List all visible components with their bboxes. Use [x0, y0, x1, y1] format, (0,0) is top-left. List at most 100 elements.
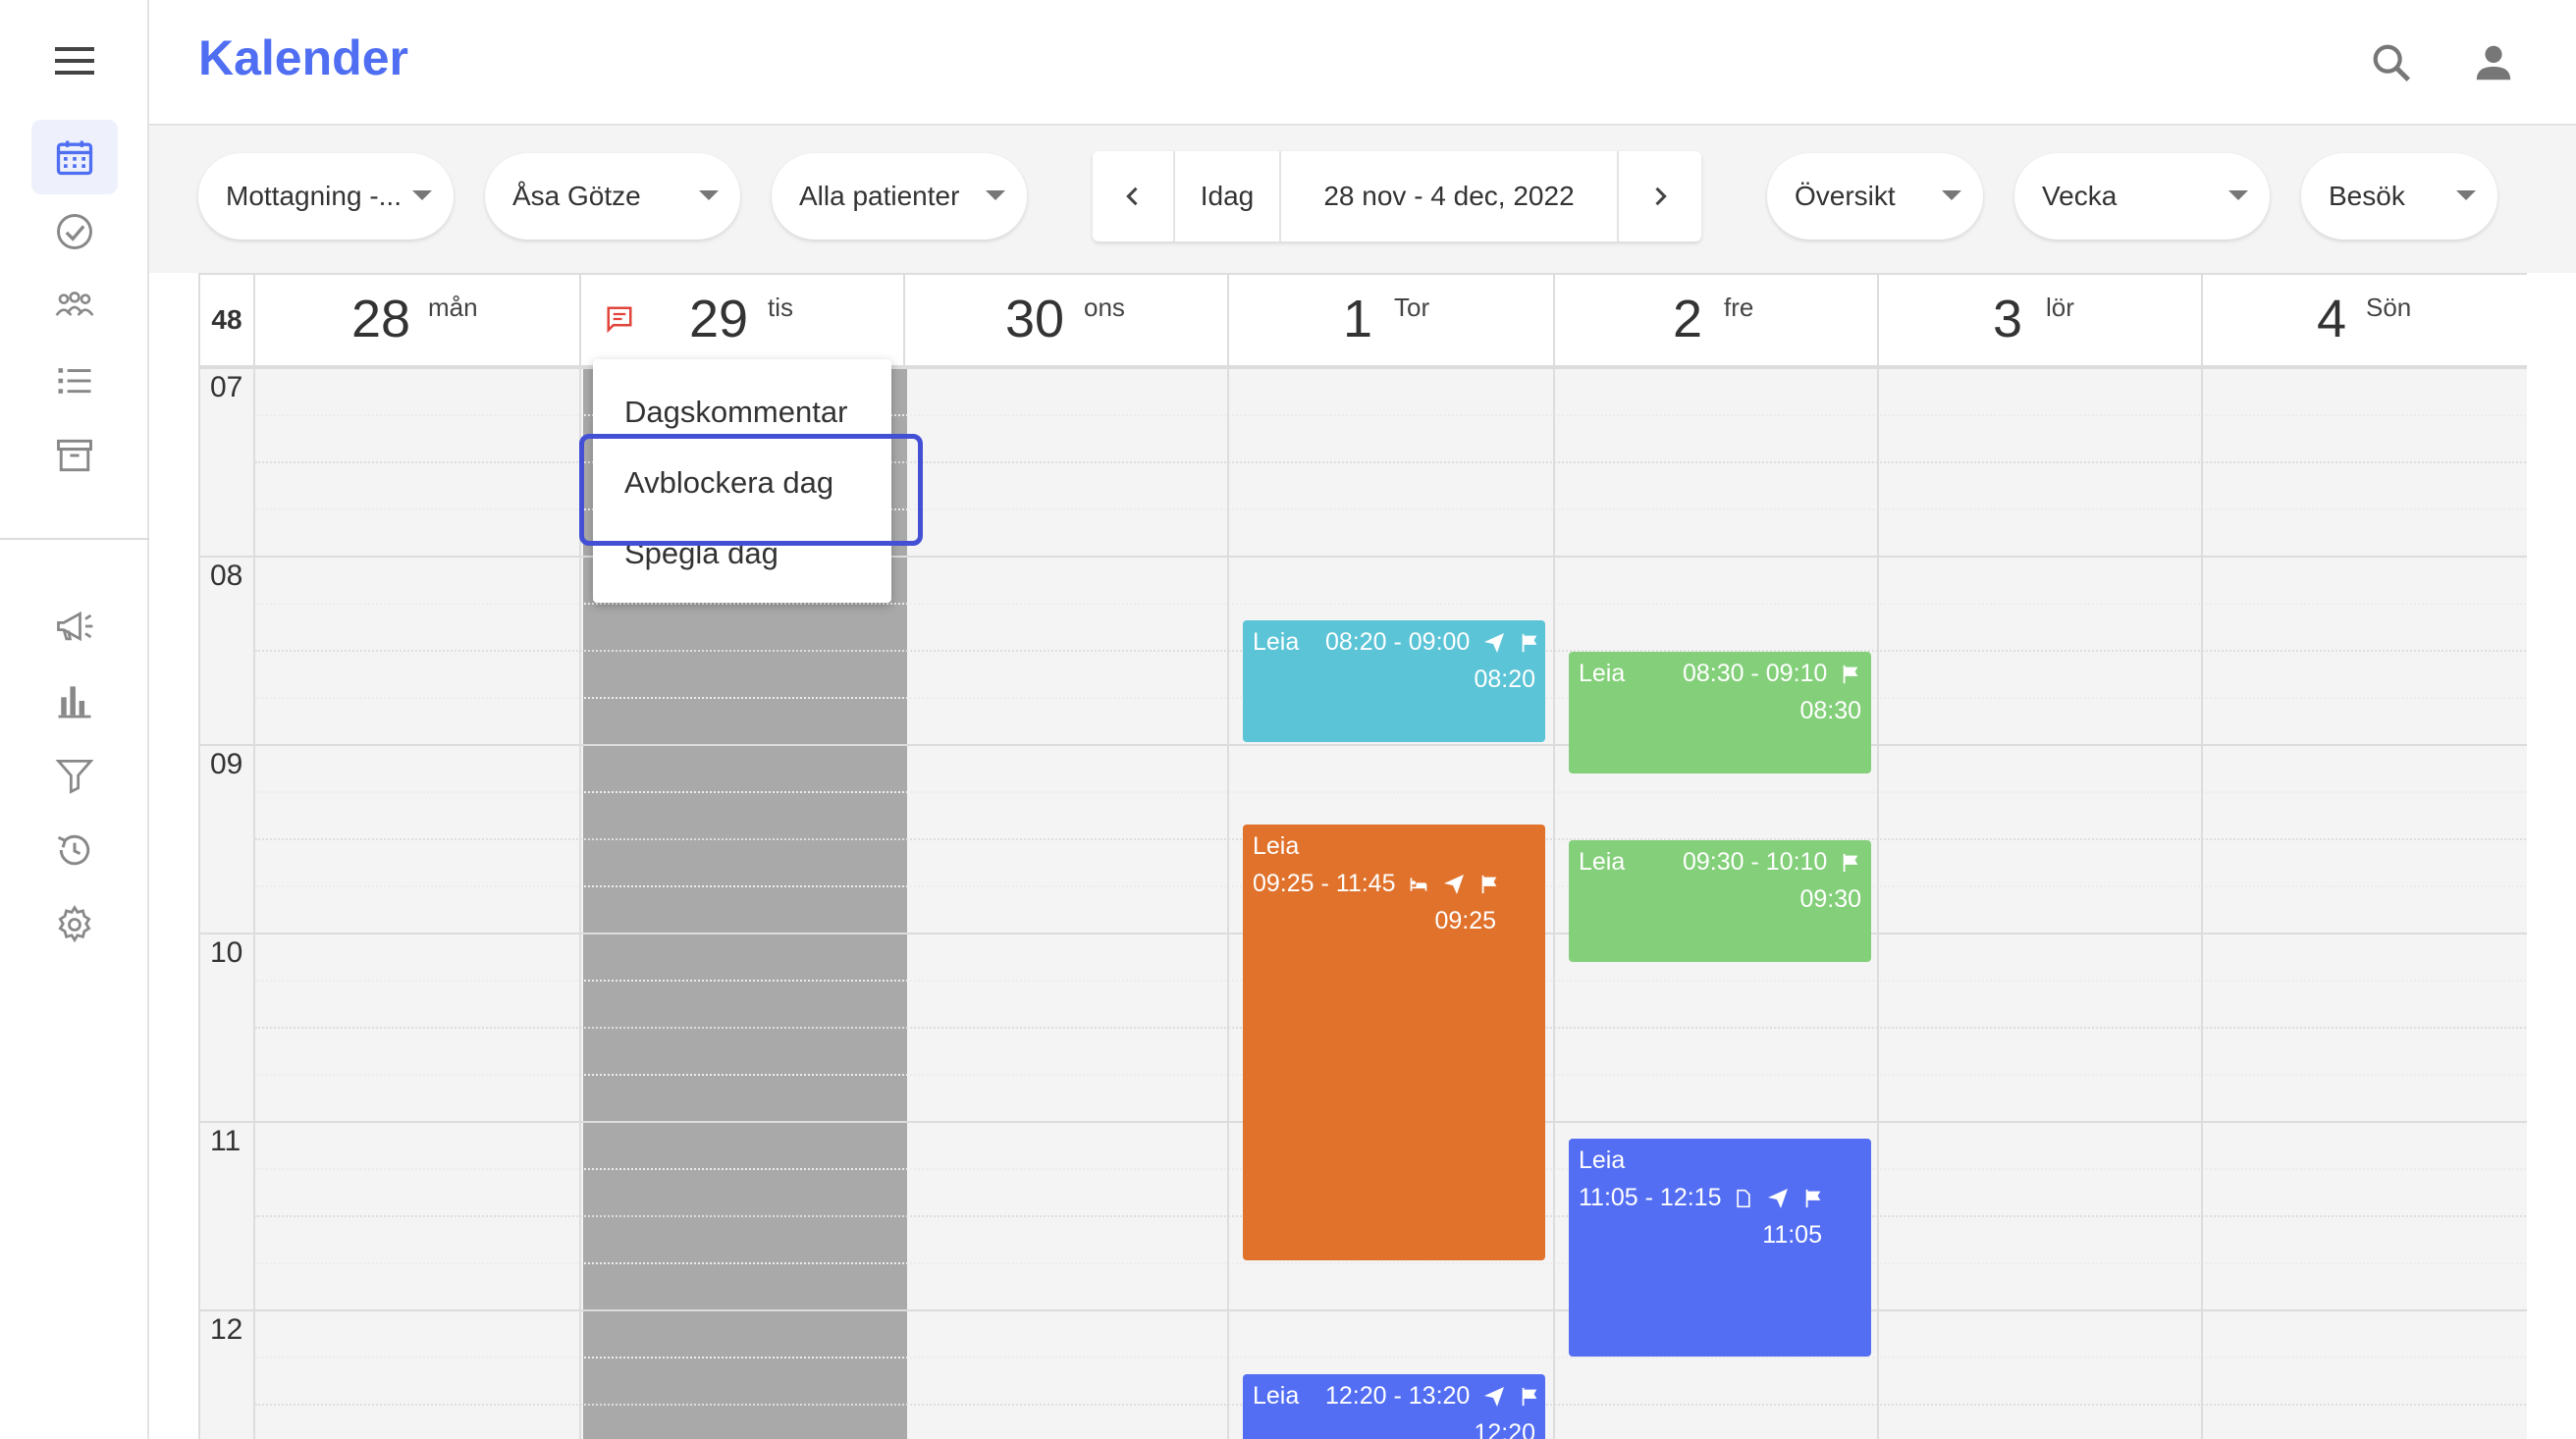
event-start: 12:20: [1474, 1419, 1535, 1439]
event-time: 12:20 - 13:20: [1325, 1382, 1471, 1410]
appointment[interactable]: Leia 09:25 - 11:45 09:25: [1243, 825, 1545, 1260]
day-name: ons: [1084, 293, 1125, 322]
day-column[interactable]: [1879, 367, 2203, 1439]
patient-select-value: Alla patienter: [799, 181, 960, 211]
day-name: mån: [428, 293, 478, 322]
day-number: 28: [351, 290, 411, 348]
event-patient: Leia: [1253, 832, 1300, 860]
chevron-down-icon: [1942, 190, 1961, 200]
day-name: Sön: [2366, 293, 2412, 322]
day-number: 2: [1673, 290, 1703, 348]
sidebar-item-announcements[interactable]: [31, 589, 118, 664]
sidebar-divider: [0, 538, 149, 540]
bar-chart-icon: [58, 686, 91, 719]
appointment[interactable]: Leia 11:05 - 12:15 11:05: [1569, 1139, 1871, 1357]
selection-highlight: [579, 434, 923, 546]
event-time: 09:25 - 11:45: [1253, 870, 1396, 897]
sidebar-item-tasks[interactable]: [31, 194, 118, 269]
day-column[interactable]: [2203, 367, 2527, 1439]
flag-icon: [1843, 666, 1858, 684]
event-start: 08:30: [1799, 697, 1861, 724]
sidebar-item-calendar[interactable]: [31, 120, 118, 194]
appointment[interactable]: Leia 12:20 - 13:20 12:20: [1243, 1374, 1545, 1439]
event-patient: Leia: [1579, 660, 1626, 687]
hour-label: 07: [210, 371, 243, 403]
day-number: 30: [1005, 290, 1065, 348]
hour-label: 10: [210, 936, 243, 969]
day-column[interactable]: [905, 367, 1229, 1439]
visit-select[interactable]: Besök: [2301, 153, 2497, 240]
next-week-button[interactable]: [1619, 151, 1701, 241]
staff-select-value: Åsa Götze: [512, 181, 641, 211]
filter-icon: [55, 759, 94, 794]
toolbar: Mottagning -... Åsa Götze Alla patienter…: [149, 126, 2576, 273]
sidebar-item-history[interactable]: [31, 813, 118, 887]
hour-label: 12: [210, 1313, 243, 1346]
menu-item-day-comment[interactable]: Dagskommentar: [624, 395, 847, 430]
flag-icon: [1806, 1190, 1821, 1208]
day-column[interactable]: [255, 367, 581, 1439]
settings-icon: [58, 904, 91, 943]
chevron-left-icon: [1126, 187, 1138, 206]
check-circle-icon: [57, 214, 92, 249]
flag-icon: [1522, 1388, 1537, 1407]
history-icon: [57, 834, 90, 866]
today-button[interactable]: Idag: [1175, 151, 1281, 241]
unit-select-value: Mottagning -...: [226, 181, 402, 211]
day-name: fre: [1724, 293, 1754, 322]
appointment[interactable]: Leia 08:30 - 09:10 08:30: [1569, 652, 1871, 773]
appointment[interactable]: Leia 09:30 - 10:10 09:30: [1569, 840, 1871, 962]
prev-week-button[interactable]: [1093, 151, 1175, 241]
day-header-fri[interactable]: 2 fre: [1555, 275, 1879, 367]
sidebar-item-archive[interactable]: [31, 418, 118, 493]
archive-icon: [57, 439, 92, 472]
event-patient: Leia: [1579, 1146, 1626, 1174]
bed-icon: [1411, 878, 1427, 892]
event-time: 08:20 - 09:00: [1325, 628, 1471, 656]
event-start: 08:20: [1474, 666, 1535, 693]
sidebar-item-list[interactable]: [31, 344, 118, 418]
period-select[interactable]: Vecka: [2014, 153, 2270, 240]
sidebar-item-filter[interactable]: [31, 738, 118, 813]
day-number: 4: [2317, 290, 2347, 348]
day-header-wed[interactable]: 30 ons: [905, 275, 1229, 367]
day-name: Tor: [1394, 293, 1430, 322]
calendar-icon: [56, 140, 93, 176]
staff-select[interactable]: Åsa Götze: [485, 153, 740, 240]
event-patient: Leia: [1579, 848, 1626, 876]
appointment[interactable]: Leia 08:20 - 09:00 08:20: [1243, 620, 1545, 742]
period-select-value: Vecka: [2042, 181, 2118, 211]
comment-icon[interactable]: [605, 304, 634, 334]
chevron-down-icon: [2228, 190, 2248, 200]
sidebar-item-patients[interactable]: [31, 269, 118, 344]
app-header: Kalender: [149, 0, 2576, 126]
overview-select[interactable]: Översikt: [1767, 153, 1983, 240]
date-navigation: Idag 28 nov - 4 dec, 2022: [1093, 151, 1701, 241]
event-time: 09:30 - 10:10: [1683, 848, 1828, 876]
date-range-label[interactable]: 28 nov - 4 dec, 2022: [1281, 151, 1619, 241]
patient-select[interactable]: Alla patienter: [772, 153, 1027, 240]
day-name: lör: [2046, 293, 2074, 322]
hamburger-icon[interactable]: [47, 35, 102, 86]
overview-select-value: Översikt: [1795, 181, 1896, 211]
send-icon: [1484, 1387, 1505, 1408]
day-number: 3: [1993, 290, 2023, 348]
day-header-mon[interactable]: 28 mån: [255, 275, 581, 367]
sidebar-item-settings[interactable]: [31, 887, 118, 962]
chevron-down-icon: [699, 190, 719, 200]
send-icon: [1768, 1189, 1789, 1209]
day-header-sun[interactable]: 4 Sön: [2203, 275, 2527, 367]
sidebar-item-statistics[interactable]: [31, 664, 118, 738]
day-header-thu[interactable]: 1 Tor: [1229, 275, 1555, 367]
day-number: 29: [689, 290, 749, 348]
day-header-sat[interactable]: 3 lör: [1879, 275, 2203, 367]
event-time-row: 08:30 - 09:10: [1683, 660, 1861, 688]
hour-label: 08: [210, 560, 243, 592]
send-icon: [1444, 875, 1465, 895]
account-icon[interactable]: [2460, 29, 2527, 96]
day-header-tue[interactable]: 29 tis: [581, 275, 905, 367]
list-icon: [58, 368, 91, 394]
search-icon[interactable]: [2358, 29, 2425, 96]
unit-select[interactable]: Mottagning -...: [198, 153, 454, 240]
event-start: 09:25: [1434, 907, 1496, 934]
